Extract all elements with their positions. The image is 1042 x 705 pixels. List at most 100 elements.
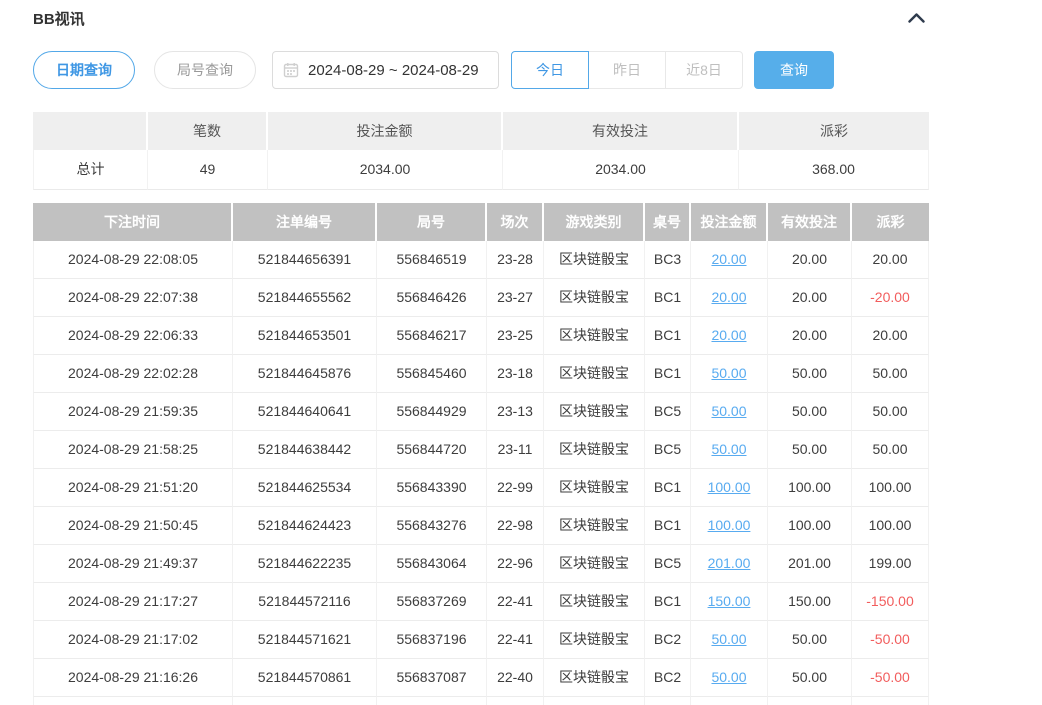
order-number-cell: 521844653501 [233, 317, 377, 355]
summary-total-valid-bet: 2034.00 [503, 150, 739, 190]
table-number-cell: BC2 [645, 659, 691, 697]
header-order-number: 注单编号 [233, 203, 377, 241]
table-row: 2024-08-29 22:07:38 521844655562 5568464… [33, 279, 929, 317]
bet-records-table: 下注时间 注单编号 局号 场次 游戏类别 桌号 投注金额 有效投注 派彩 202… [33, 203, 929, 705]
bet-amount-cell: 100.00 [691, 469, 768, 507]
session-cell: 23-27 [487, 279, 544, 317]
game-type-cell: 区块链骰宝 [544, 241, 645, 279]
payout-cell: 50.00 [852, 431, 929, 469]
header-table-number: 桌号 [645, 203, 691, 241]
game-type-cell: 区块链骰宝 [544, 469, 645, 507]
order-number-cell: 521844571621 [233, 621, 377, 659]
bet-amount-link[interactable]: 50.00 [711, 403, 746, 419]
table-number-cell: BC3 [645, 241, 691, 279]
table-row: 2024-08-29 22:02:28 521844645876 5568454… [33, 355, 929, 393]
valid-bet-cell: 20.00 [768, 241, 852, 279]
payout-cell: 50.00 [852, 393, 929, 431]
round-query-tab[interactable]: 局号查询 [154, 51, 256, 89]
yesterday-button[interactable]: 昨日 [588, 51, 666, 89]
valid-bet-cell: 150.00 [768, 583, 852, 621]
order-number-cell: 521844640641 [233, 393, 377, 431]
bet-time-cell: 2024-08-29 21:17:02 [33, 621, 233, 659]
round-number-cell: 556846217 [377, 317, 487, 355]
bet-time-cell: 2024-08-29 21:17:27 [33, 583, 233, 621]
order-number-cell: 521844625534 [233, 469, 377, 507]
bet-amount-cell: 20.00 [691, 317, 768, 355]
panel-title: BB视讯 [33, 8, 85, 29]
header-bet-amount: 投注金额 [691, 203, 768, 241]
session-cell: 22-98 [487, 507, 544, 545]
bet-amount-link[interactable]: 50.00 [711, 669, 746, 685]
filter-toolbar: 日期查询 局号查询 2024-08-29 ~ 2024-08-29 今日 [33, 51, 929, 89]
order-number-cell: 521844656391 [233, 241, 377, 279]
table-row: 2024-08-29 22:08:05 521844656391 5568465… [33, 241, 929, 279]
table-number-cell: BC2 [645, 621, 691, 659]
bet-amount-link[interactable]: 100.00 [708, 517, 751, 533]
header-bet-time: 下注时间 [33, 203, 233, 241]
payout-cell: 199.00 [852, 545, 929, 583]
panel-title-bar: BB视讯 [33, 8, 929, 28]
last-8-days-button[interactable]: 近8日 [665, 51, 743, 89]
table-number-cell: BC1 [645, 507, 691, 545]
bet-amount-link[interactable]: 201.00 [708, 555, 751, 571]
session-cell: 23-11 [487, 431, 544, 469]
order-number-cell: 521844655562 [233, 279, 377, 317]
session-cell: 23-13 [487, 393, 544, 431]
summary-table: 笔数 投注金额 有效投注 派彩 总计 49 2034.00 2034.00 36… [33, 112, 929, 190]
order-number-cell: 521844645876 [233, 355, 377, 393]
session-cell: 23-28 [487, 241, 544, 279]
valid-bet-cell: 50.00 [768, 431, 852, 469]
table-number-cell: BC1 [645, 279, 691, 317]
bet-amount-cell: 20.00 [691, 241, 768, 279]
bet-time-cell: 2024-08-29 21:49:37 [33, 545, 233, 583]
bb-video-panel: BB视讯 日期查询 局号查询 [33, 0, 929, 705]
order-number-cell: 521844638442 [233, 431, 377, 469]
bet-amount-link[interactable]: 20.00 [711, 251, 746, 267]
round-number-cell: 556843390 [377, 469, 487, 507]
table-row-partial [33, 697, 929, 705]
summary-header-bet-amount: 投注金额 [268, 112, 503, 150]
bet-amount-link[interactable]: 50.00 [711, 441, 746, 457]
round-number-cell: 556843064 [377, 545, 487, 583]
bet-amount-link[interactable]: 100.00 [708, 479, 751, 495]
session-cell: 23-18 [487, 355, 544, 393]
collapse-panel-button[interactable] [905, 9, 927, 27]
bet-amount-link[interactable]: 20.00 [711, 327, 746, 343]
payout-cell: 20.00 [852, 241, 929, 279]
date-query-tab[interactable]: 日期查询 [33, 51, 135, 89]
bet-time-cell: 2024-08-29 21:51:20 [33, 469, 233, 507]
table-row: 2024-08-29 21:58:25 521844638442 5568447… [33, 431, 929, 469]
payout-cell: -150.00 [852, 583, 929, 621]
chevron-up-icon [908, 13, 925, 23]
bet-time-cell: 2024-08-29 21:16:26 [33, 659, 233, 697]
header-payout: 派彩 [852, 203, 929, 241]
table-row: 2024-08-29 22:06:33 521844653501 5568462… [33, 317, 929, 355]
quick-date-button-group: 今日 昨日 近8日 [511, 51, 743, 89]
game-type-cell: 区块链骰宝 [544, 545, 645, 583]
summary-total-count: 49 [148, 150, 268, 190]
order-number-cell: 521844572116 [233, 583, 377, 621]
bet-amount-link[interactable]: 150.00 [708, 593, 751, 609]
bet-amount-link[interactable]: 50.00 [711, 631, 746, 647]
valid-bet-cell: 50.00 [768, 621, 852, 659]
table-number-cell: BC5 [645, 545, 691, 583]
payout-cell: 100.00 [852, 507, 929, 545]
bet-amount-cell: 50.00 [691, 355, 768, 393]
game-type-cell: 区块链骰宝 [544, 659, 645, 697]
round-number-cell: 556837269 [377, 583, 487, 621]
valid-bet-cell: 20.00 [768, 317, 852, 355]
bet-time-cell: 2024-08-29 22:07:38 [33, 279, 233, 317]
query-button[interactable]: 查询 [754, 51, 834, 89]
valid-bet-cell: 50.00 [768, 355, 852, 393]
bet-time-cell: 2024-08-29 21:50:45 [33, 507, 233, 545]
table-number-cell: BC1 [645, 583, 691, 621]
valid-bet-cell: 20.00 [768, 279, 852, 317]
round-number-cell: 556846519 [377, 241, 487, 279]
bet-amount-link[interactable]: 20.00 [711, 289, 746, 305]
bet-amount-link[interactable]: 50.00 [711, 365, 746, 381]
date-range-picker[interactable]: 2024-08-29 ~ 2024-08-29 [272, 51, 499, 89]
payout-cell: 20.00 [852, 317, 929, 355]
round-number-cell: 556844720 [377, 431, 487, 469]
payout-cell: -50.00 [852, 659, 929, 697]
today-button[interactable]: 今日 [511, 51, 589, 89]
